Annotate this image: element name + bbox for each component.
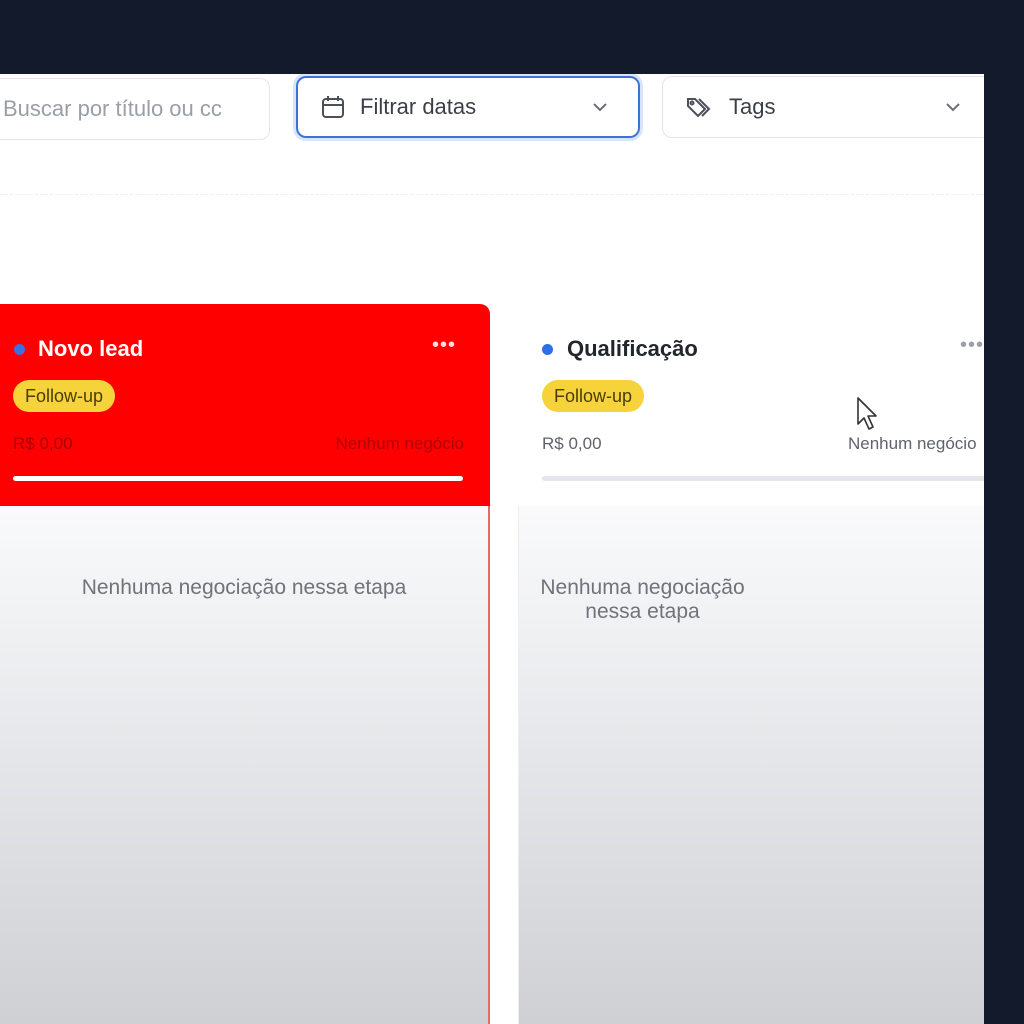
mouse-cursor-icon [857,397,877,430]
pipeline-column-qualificacao: Qualificação ••• Follow-up R$ 0,00 Nenhu… [518,304,984,1024]
chevron-down-icon [592,102,608,112]
chevron-down-icon [945,102,961,112]
date-filter-dropdown[interactable]: Filtrar datas [296,76,640,138]
column-amount: R$ 0,00 [13,434,73,453]
column-title: Novo lead [38,336,144,361]
tags-filter-dropdown[interactable]: Tags [662,76,984,138]
column-title: Qualificação [567,336,698,361]
follow-up-tag[interactable]: Follow-up [542,380,645,412]
search-input[interactable] [1,95,269,123]
pipeline-column-novo-lead: Novo lead ••• Follow-up R$ 0,00 Nenhum n… [0,304,490,1024]
column-body[interactable]: Nenhuma negociação nessa etapa [0,506,490,1024]
progress-bar [13,476,463,481]
deal-count: Nenhum negócio [335,434,464,453]
more-options-icon[interactable]: ••• [432,334,456,357]
column-header: Novo lead ••• Follow-up R$ 0,00 Nenhum n… [0,304,490,506]
follow-up-tag[interactable]: Follow-up [13,380,116,412]
search-box[interactable] [0,78,270,140]
more-options-icon[interactable]: ••• [960,334,984,357]
crm-pipeline-board: Filtrar datas Tags Novo lead ••• Follow-… [0,74,984,1024]
status-dot [542,344,553,355]
column-amount: R$ 0,00 [542,434,602,453]
column-body[interactable]: Nenhuma negociação nessa etapa [518,506,984,1024]
status-dot [14,344,25,355]
calendar-icon [320,94,346,120]
progress-bar [542,476,984,481]
column-header: Qualificação ••• Follow-up R$ 0,00 Nenhu… [518,304,984,506]
empty-state-text: Nenhuma negociação nessa etapa [81,576,407,599]
empty-state-text: Nenhuma negociação nessa etapa [540,576,745,623]
tag-icon [685,95,715,119]
date-filter-label: Filtrar datas [360,94,477,119]
toolbar-divider [0,194,984,195]
deal-count: Nenhum negócio [848,434,977,453]
tags-filter-label: Tags [729,94,776,119]
